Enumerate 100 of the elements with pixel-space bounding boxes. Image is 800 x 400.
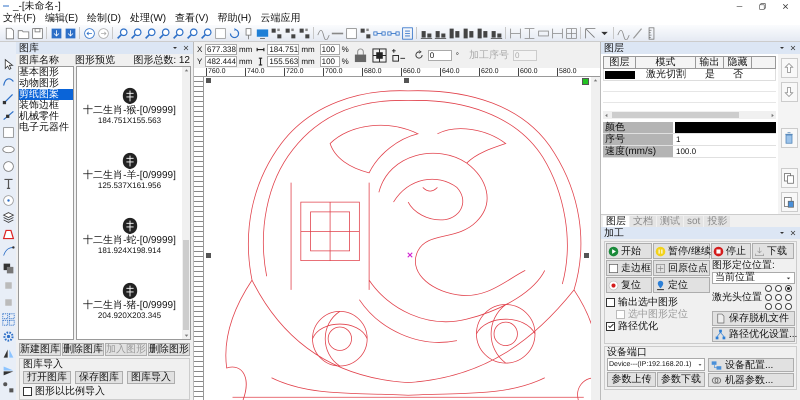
menu-item[interactable]: 编辑(E): [44, 13, 78, 24]
overlap-squares-icon[interactable]: [2, 262, 14, 275]
selection-handle[interactable]: [404, 78, 409, 83]
menu-item[interactable]: 帮助(H): [217, 13, 252, 24]
radio-button[interactable]: [785, 285, 792, 292]
point-icon[interactable]: [2, 194, 14, 207]
save-icon[interactable]: [30, 26, 44, 40]
gear-icon[interactable]: [2, 330, 14, 343]
grid-icon[interactable]: [564, 26, 578, 40]
circle-icon[interactable]: [2, 160, 14, 173]
blank-page-icon[interactable]: [214, 26, 226, 40]
color-value[interactable]: [675, 122, 776, 133]
close-icon[interactable]: [781, 2, 790, 10]
rectangle-icon[interactable]: [2, 126, 14, 139]
zoom-icon[interactable]: [186, 26, 198, 40]
import-button[interactable]: 保存图库: [75, 371, 123, 384]
frame-button[interactable]: 走边框: [606, 260, 652, 276]
radio-button[interactable]: [765, 294, 772, 301]
text-icon[interactable]: [2, 177, 14, 190]
dots-icon[interactable]: [2, 381, 14, 394]
menu-item[interactable]: 处理(W): [130, 13, 166, 24]
panel-tab[interactable]: 图层: [603, 216, 629, 227]
space-vertical-icon[interactable]: [522, 26, 536, 40]
library-button[interactable]: 删除图形: [148, 343, 190, 356]
radio-button[interactable]: [775, 294, 782, 301]
radio-button[interactable]: [765, 285, 772, 292]
list-icon[interactable]: [400, 26, 414, 40]
import-icon[interactable]: [50, 26, 62, 40]
checkbox[interactable]: [606, 322, 615, 330]
origin-button[interactable]: 回原位点: [653, 260, 710, 276]
zoom-icon[interactable]: [130, 26, 142, 40]
flip-icon[interactable]: [2, 364, 14, 377]
library-button[interactable]: 删除图库: [62, 343, 104, 356]
restore-icon[interactable]: [758, 2, 767, 10]
zoom-icon[interactable]: [144, 26, 156, 40]
scale-field[interactable]: 100: [320, 56, 340, 66]
undo-icon[interactable]: [82, 26, 96, 40]
scroll-up-icon[interactable]: [182, 67, 190, 74]
monitor-icon[interactable]: [256, 26, 268, 40]
selection-handle[interactable]: [584, 253, 589, 258]
move-down-button[interactable]: [780, 82, 798, 102]
align-icon[interactable]: [448, 26, 460, 40]
paste-button[interactable]: [780, 192, 798, 212]
coordinate-field[interactable]: 482.444: [205, 56, 237, 66]
dropdown-icon[interactable]: [778, 44, 786, 52]
layers-icon[interactable]: [2, 211, 14, 224]
stop-button[interactable]: 停止: [711, 243, 751, 259]
menu-item[interactable]: 查看(V): [175, 13, 208, 24]
export-icon[interactable]: [64, 26, 76, 40]
menu-item[interactable]: 绘制(D): [87, 13, 122, 24]
corner-arrow-icon[interactable]: [584, 26, 596, 40]
radio-button[interactable]: [775, 285, 782, 292]
category-item[interactable]: 基本图形: [19, 67, 73, 78]
close-icon[interactable]: [182, 44, 190, 52]
parameter-button[interactable]: 参数上传: [607, 372, 656, 387]
category-item[interactable]: 机械零件: [19, 111, 73, 122]
scroll-down-icon[interactable]: [182, 332, 190, 339]
path-settings-button[interactable]: 路径优化设置...: [712, 327, 795, 342]
space-horizontal-icon[interactable]: [508, 26, 522, 40]
radio-button[interactable]: [785, 303, 792, 310]
import-button[interactable]: 图库导入: [127, 371, 175, 384]
category-item[interactable]: 电子元器件: [19, 122, 73, 133]
reset-button[interactable]: 复位: [606, 277, 652, 293]
nodes-icon[interactable]: [358, 26, 372, 40]
category-item[interactable]: 剪纸图案: [19, 89, 73, 100]
move-up-button[interactable]: [780, 58, 798, 78]
rotate-icon[interactable]: [228, 26, 240, 40]
parameter-button[interactable]: 参数下载: [656, 372, 705, 387]
dropdown-icon[interactable]: [171, 44, 179, 52]
copy-button[interactable]: [780, 168, 798, 188]
dropdown-icon[interactable]: [778, 229, 786, 237]
checkbox[interactable]: [606, 298, 615, 306]
position-dropdown[interactable]: 当前位置: [712, 272, 795, 284]
align-icon[interactable]: [476, 26, 488, 40]
radio-button[interactable]: [785, 294, 792, 301]
save-offline-button[interactable]: 保存脱机文件: [712, 311, 795, 326]
center-grid-icon[interactable]: [372, 48, 387, 62]
nodes-icon[interactable]: [298, 26, 310, 40]
radio-button[interactable]: [775, 303, 782, 310]
size-field[interactable]: 155.563: [267, 56, 300, 66]
start-button[interactable]: 开始: [606, 243, 652, 259]
pause-button[interactable]: 暂停/继续: [653, 243, 710, 259]
zoom-icon[interactable]: [172, 26, 184, 40]
nodes-icon[interactable]: [270, 26, 282, 40]
coordinate-field[interactable]: 677.338: [205, 44, 237, 54]
line-icon[interactable]: [2, 92, 14, 105]
machine-parameters-button[interactable]: 机器参数...: [708, 373, 794, 387]
bezier-icon[interactable]: [2, 245, 14, 258]
ellipse-icon[interactable]: [2, 143, 14, 156]
polyline-icon[interactable]: [2, 109, 14, 122]
library-button[interactable]: 新建图库: [19, 343, 61, 356]
nodes-icon[interactable]: [284, 26, 296, 40]
device-config-button[interactable]: 设备配置...: [708, 358, 794, 372]
selection-handle[interactable]: [206, 253, 211, 258]
delete-button[interactable]: [780, 128, 798, 148]
pen-icon[interactable]: [630, 26, 644, 40]
category-item[interactable]: 装饰边框: [19, 100, 73, 111]
download-button[interactable]: 下载: [752, 243, 794, 259]
selection-handle[interactable]: [206, 78, 211, 83]
selection-handle[interactable]: [582, 78, 589, 85]
